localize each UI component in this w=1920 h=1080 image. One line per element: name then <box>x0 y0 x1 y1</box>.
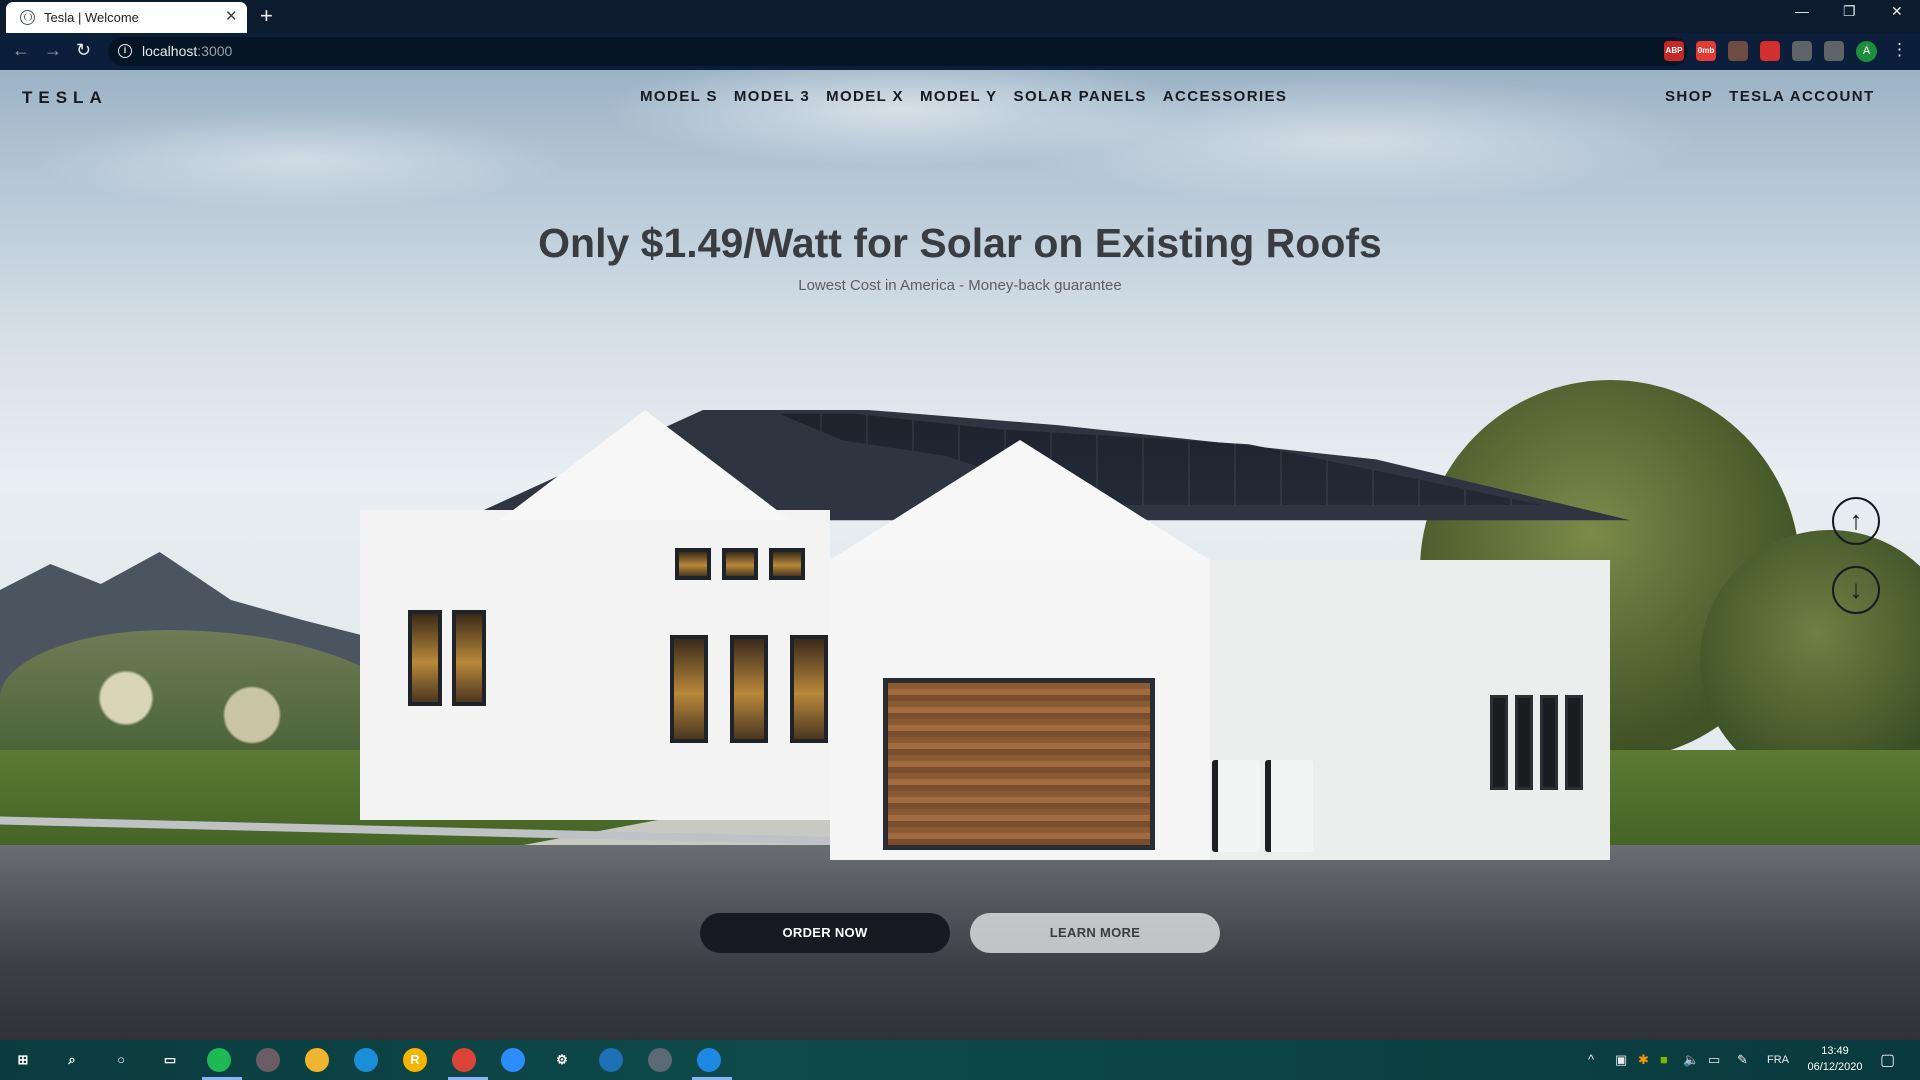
window <box>1515 695 1533 790</box>
learn-more-button[interactable]: LEARN MORE <box>970 913 1220 953</box>
tab-title: Tesla | Welcome <box>44 10 139 25</box>
restore-window-button[interactable]: ❐ <box>1843 3 1856 20</box>
close-window-button[interactable]: ✕ <box>1891 3 1903 20</box>
zoom-icon[interactable] <box>501 1048 525 1072</box>
window <box>1540 695 1558 790</box>
tesla-logo[interactable]: TESLA <box>22 88 108 108</box>
pen-workspace-icon[interactable]: ✎ <box>1737 1052 1748 1068</box>
scroll-up-button[interactable]: ↑ <box>1832 497 1880 545</box>
globe-icon <box>20 10 35 25</box>
road <box>0 845 1920 1040</box>
hero-subtitle: Lowest Cost in America - Money-back guar… <box>798 277 1122 294</box>
settings-icon[interactable]: ⚙ <box>550 1048 574 1072</box>
url-host: localhost <box>142 43 198 59</box>
task-view-icon[interactable]: ▭ <box>158 1048 182 1072</box>
garage-door <box>883 678 1155 850</box>
browser-tab-bar: Tesla | Welcome ✕ + — ❐ ✕ <box>0 0 1920 33</box>
scroll-down-button[interactable]: ↓ <box>1832 566 1880 614</box>
close-tab-icon[interactable]: ✕ <box>225 7 238 25</box>
spotify-icon[interactable] <box>207 1048 231 1072</box>
nav-link-solar-panels[interactable]: SOLAR PANELS <box>1014 88 1147 105</box>
account-nav: SHOP TESLA ACCOUNT <box>1665 88 1875 105</box>
site-info-icon[interactable]: i <box>118 44 132 58</box>
gable-window <box>769 548 805 580</box>
powerwall-unit <box>1212 760 1260 852</box>
network-icon[interactable]: ▭ <box>1708 1052 1720 1068</box>
calculator-icon[interactable] <box>648 1048 672 1072</box>
nav-link-model-x[interactable]: MODEL X <box>826 88 904 105</box>
powerwall-unit <box>1265 760 1313 852</box>
vscode-icon[interactable] <box>697 1048 721 1072</box>
nav-link-model-s[interactable]: MODEL S <box>640 88 718 105</box>
nav-link-shop[interactable]: SHOP <box>1665 88 1713 105</box>
address-bar[interactable]: i localhost:3000 ☆ <box>108 37 1688 66</box>
window <box>790 635 828 743</box>
tesla-solar-page: TESLA MODEL S MODEL 3 MODEL X MODEL Y SOLAR … <box>0 70 1920 1040</box>
clock-date: 06/12/2020 <box>1807 1061 1863 1073</box>
rockstar-icon[interactable]: R <box>403 1048 427 1072</box>
window <box>408 610 442 706</box>
window <box>1565 695 1583 790</box>
data-saver-icon[interactable]: 0mb <box>1696 41 1716 61</box>
browser-toolbar: ← → ↻ i localhost:3000 ☆ ABP 0mb A ⋮ <box>0 33 1920 70</box>
pen-icon[interactable] <box>1728 41 1748 61</box>
show-hidden-icons-chevron[interactable]: ^ <box>1588 1052 1594 1067</box>
notifications-icon[interactable]: ▢ <box>1880 1050 1895 1070</box>
adblock-icon[interactable]: ABP <box>1664 41 1684 61</box>
browser-menu-icon[interactable]: ⋮ <box>1891 40 1908 60</box>
chrome-icon[interactable] <box>452 1048 476 1072</box>
tray-nvidia-icon[interactable]: ■ <box>1660 1052 1668 1067</box>
window <box>452 610 486 706</box>
new-tab-button[interactable]: + <box>260 3 273 29</box>
store-icon[interactable] <box>599 1048 623 1072</box>
volume-icon[interactable]: 🔈 <box>1683 1052 1699 1068</box>
system-clock[interactable]: 13:49 06/12/2020 <box>1800 1043 1870 1075</box>
puzzle-icon[interactable] <box>1792 41 1812 61</box>
order-now-button[interactable]: ORDER NOW <box>700 913 950 953</box>
window <box>730 635 768 743</box>
profile-avatar[interactable]: A <box>1856 41 1877 62</box>
nav-link-model-3[interactable]: MODEL 3 <box>734 88 810 105</box>
clock-time: 13:49 <box>1821 1045 1849 1057</box>
search-icon[interactable]: ⌕ <box>60 1048 84 1072</box>
window <box>670 635 708 743</box>
forward-arrow-icon[interactable]: → <box>44 40 62 61</box>
media-player-icon[interactable] <box>256 1048 280 1072</box>
input-language[interactable]: FRA <box>1767 1054 1789 1066</box>
file-explorer-icon[interactable] <box>305 1048 329 1072</box>
gable-window <box>722 548 758 580</box>
main-nav: MODEL S MODEL 3 MODEL X MODEL Y SOLAR PANELS… <box>640 88 1287 105</box>
windows-taskbar: ^ ▣ ✱ ■ 🔈 ▭ ✎ FRA 13:49 06/12/2020 ▢ ⊞ ⌕ ○… <box>0 1040 1920 1080</box>
media-queue-icon[interactable] <box>1824 41 1844 61</box>
reload-icon[interactable]: ↻ <box>76 40 91 61</box>
window <box>1490 695 1508 790</box>
gable-window <box>675 548 711 580</box>
nav-link-tesla-account[interactable]: TESLA ACCOUNT <box>1729 88 1874 105</box>
url-port: :3000 <box>197 43 233 59</box>
cortana-icon[interactable]: ○ <box>109 1048 133 1072</box>
nav-link-accessories[interactable]: ACCESSORIES <box>1163 88 1288 105</box>
extension-red-icon[interactable] <box>1760 41 1780 61</box>
house-with-solar-roof <box>360 410 1630 860</box>
tray-meet-icon[interactable]: ▣ <box>1615 1052 1627 1068</box>
edge-icon[interactable] <box>354 1048 378 1072</box>
back-arrow-icon[interactable]: ← <box>12 40 30 61</box>
hero-title: Only $1.49/Watt for Solar on Existing Ro… <box>538 220 1382 266</box>
minimize-window-button[interactable]: — <box>1795 3 1809 19</box>
tray-app-icon[interactable]: ✱ <box>1638 1052 1649 1068</box>
nav-link-model-y[interactable]: MODEL Y <box>920 88 998 105</box>
windows-start-icon[interactable]: ⊞ <box>11 1048 35 1072</box>
browser-tab-active[interactable]: Tesla | Welcome ✕ <box>6 2 247 33</box>
url-text: localhost:3000 <box>142 43 232 59</box>
